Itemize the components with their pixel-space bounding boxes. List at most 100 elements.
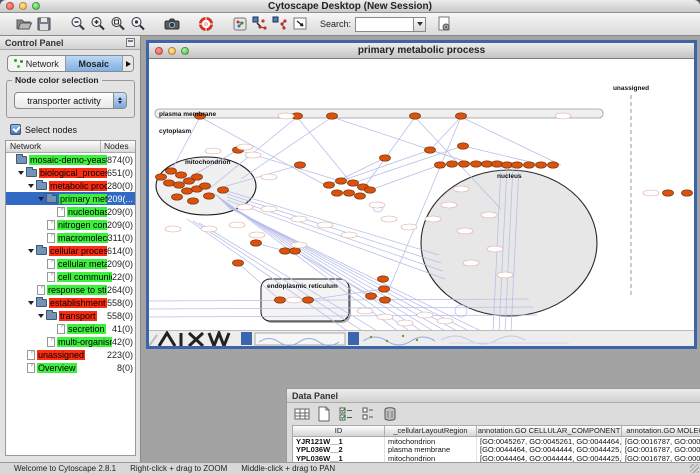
network-node[interactable] [192, 174, 203, 180]
create-attribute-icon[interactable] [315, 405, 333, 423]
network-node[interactable] [188, 198, 199, 204]
table-row[interactable]: YPL036W__2plasma membrane[GO:0044464, GO… [293, 445, 700, 453]
network-node[interactable] [303, 297, 314, 303]
help-ring-icon[interactable] [196, 14, 216, 34]
network-edge[interactable] [461, 117, 561, 165]
network-node[interactable] [378, 276, 389, 282]
network-node[interactable] [200, 183, 211, 189]
col-region[interactable]: _cellularLayoutRegion [385, 426, 477, 436]
network-node[interactable] [435, 162, 446, 168]
table-row[interactable]: YJR121W__1mitochondrion[GO:0045267, GO:0… [293, 437, 700, 445]
attribute-list-icon[interactable] [359, 405, 377, 423]
network-node[interactable] [459, 161, 470, 167]
network-edge[interactable] [370, 165, 440, 190]
search-dropdown-icon[interactable] [413, 17, 426, 32]
zoom-in-icon[interactable] [88, 14, 108, 34]
node-color-select[interactable]: transporter activity [14, 92, 127, 109]
network-node[interactable] [324, 182, 335, 188]
tree-row[interactable]: biological_process651(0) [6, 166, 135, 179]
network-node[interactable] [380, 297, 391, 303]
zoom-selected-icon[interactable] [128, 14, 148, 34]
tree-row[interactable]: macromolecule311(0) [6, 231, 135, 244]
network-node[interactable] [425, 147, 436, 153]
network-edge[interactable] [241, 117, 332, 179]
tab-network[interactable]: Network [8, 56, 66, 71]
network-node[interactable] [512, 162, 523, 168]
expander-open-icon[interactable] [28, 296, 36, 309]
col-cellular-component[interactable]: annotation.GO CELLULAR_COMPONENT [477, 426, 622, 436]
expander-open-icon[interactable] [18, 166, 26, 179]
expander-slot[interactable] [8, 153, 16, 166]
plugin-manager-icon[interactable] [230, 14, 250, 34]
network-node[interactable] [344, 190, 355, 196]
network-node[interactable] [336, 178, 347, 184]
network-node[interactable] [174, 182, 185, 188]
search-options-icon[interactable] [434, 14, 454, 34]
layout-1-icon[interactable] [250, 14, 270, 34]
zoom-fit-icon[interactable] [108, 14, 128, 34]
network-node[interactable] [379, 286, 390, 292]
network-node[interactable] [482, 161, 493, 167]
network-node[interactable] [164, 180, 175, 186]
network-edge[interactable] [297, 117, 353, 185]
network-node[interactable] [365, 187, 376, 193]
tree-row[interactable]: establishment of lo558(0) [6, 296, 135, 309]
tree-row[interactable]: cell communicat22(0) [6, 270, 135, 283]
select-attributes-icon[interactable] [293, 405, 311, 423]
tree-row[interactable]: transport558(0) [6, 309, 135, 322]
network-canvas[interactable]: plasma membrane cytoplasm mitochondrion … [149, 59, 694, 330]
table-row[interactable]: YPL036W__1mitochondrion[GO:0044464, GO:0… [293, 454, 700, 462]
tree-row[interactable]: Overview8(0) [6, 361, 135, 374]
float-panel-icon[interactable] [126, 38, 135, 47]
network-node[interactable] [166, 168, 177, 174]
tree-row[interactable]: cellular process614(0) [6, 244, 135, 257]
network-node[interactable] [348, 180, 359, 186]
layout-2-icon[interactable] [270, 14, 290, 34]
network-node[interactable] [280, 248, 291, 254]
expander-open-icon[interactable] [38, 192, 46, 205]
network-node[interactable] [233, 260, 244, 266]
network-node[interactable] [295, 162, 306, 168]
network-node[interactable] [548, 162, 559, 168]
col-molecular-function[interactable]: annotation.GO MOLECULAR_FUNCTION [622, 426, 700, 436]
tree-row[interactable]: multi-organism pro42(0) [6, 335, 135, 348]
network-node[interactable] [492, 161, 503, 167]
network-node[interactable] [447, 161, 458, 167]
tree-row[interactable]: nucleobase-209(0) [6, 205, 135, 218]
network-node[interactable] [355, 193, 366, 199]
tree-row[interactable]: secretion41(0) [6, 322, 135, 335]
network-edge[interactable] [430, 117, 461, 150]
network-node[interactable] [182, 188, 193, 194]
network-edge[interactable] [363, 117, 415, 189]
network-node[interactable] [218, 187, 229, 193]
tree-row[interactable]: response to stimulu264(0) [6, 283, 135, 296]
network-node[interactable] [332, 190, 343, 196]
expander-open-icon[interactable] [38, 309, 46, 322]
save-icon[interactable] [34, 14, 54, 34]
network-node[interactable] [536, 162, 547, 168]
network-node[interactable] [251, 240, 262, 246]
network-node[interactable] [456, 113, 467, 119]
network-node[interactable] [366, 293, 377, 299]
expander-open-icon[interactable] [28, 244, 36, 257]
expander-open-icon[interactable] [28, 179, 36, 192]
delete-attribute-icon[interactable] [381, 405, 399, 423]
network-node[interactable] [458, 143, 469, 149]
attribute-batch-edit-icon[interactable] [337, 405, 355, 423]
select-nodes-checkbox[interactable]: Select nodes [10, 124, 77, 135]
network-node[interactable] [682, 190, 693, 196]
network-node[interactable] [471, 161, 482, 167]
tree-row[interactable]: unassigned223(0) [6, 348, 135, 361]
zoom-out-icon[interactable] [68, 14, 88, 34]
col-id[interactable]: ID [293, 426, 385, 436]
network-node[interactable] [502, 162, 513, 168]
tree-row[interactable]: primary metabo209(... [6, 192, 135, 205]
network-node[interactable] [327, 113, 338, 119]
tree-row[interactable]: metabolic process280(0) [6, 179, 135, 192]
network-node[interactable] [156, 174, 167, 180]
network-node[interactable] [524, 162, 535, 168]
tree-row[interactable]: nitrogen compo209(0) [6, 218, 135, 231]
network-node[interactable] [380, 155, 391, 161]
network-node[interactable] [410, 113, 421, 119]
search-input[interactable] [355, 17, 413, 32]
